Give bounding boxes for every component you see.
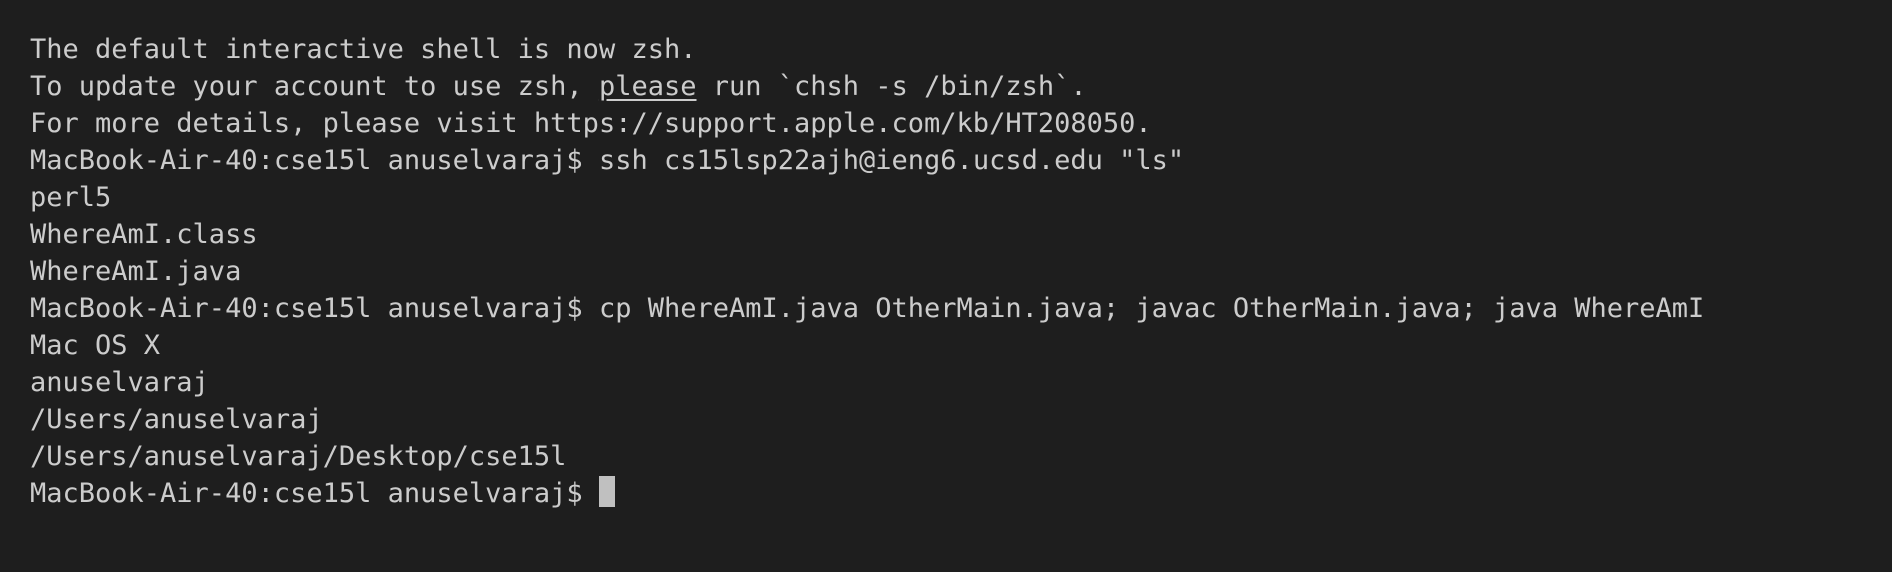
command-line: MacBook-Air-40:cse15l anuselvaraj$ ssh c…	[30, 142, 1892, 179]
command-text: cp WhereAmI.java OtherMain.java; javac O…	[582, 293, 1705, 324]
output-line: /Users/anuselvaraj	[30, 404, 323, 435]
shell-notice-line: The default interactive shell is now zsh…	[30, 34, 697, 65]
terminal-window[interactable]: The default interactive shell is now zsh…	[0, 0, 1892, 572]
active-prompt-line[interactable]: MacBook-Air-40:cse15l anuselvaraj$	[30, 475, 1892, 512]
output-line: Mac OS X	[30, 330, 161, 361]
shell-prompt: MacBook-Air-40:cse15l anuselvaraj$	[30, 145, 583, 176]
shell-prompt: MacBook-Air-40:cse15l anuselvaraj$	[30, 293, 583, 324]
shell-notice-line: For more details, please visit https://s…	[30, 108, 1152, 139]
command-text: ssh cs15lsp22ajh@ieng6.ucsd.edu "ls"	[582, 145, 1185, 176]
please-link[interactable]: please	[599, 71, 697, 102]
notice-text: run `chsh -s /bin/zsh`.	[696, 71, 1087, 102]
output-line: WhereAmI.java	[30, 256, 242, 287]
output-line: anuselvaraj	[30, 367, 209, 398]
output-line: /Users/anuselvaraj/Desktop/cse15l	[30, 441, 567, 472]
shell-notice-line: To update your account to use zsh, pleas…	[30, 68, 1892, 105]
text-cursor[interactable]	[598, 476, 615, 507]
command-line: MacBook-Air-40:cse15l anuselvaraj$ cp Wh…	[30, 290, 1892, 327]
output-line: WhereAmI.class	[30, 219, 258, 250]
notice-text: To update your account to use zsh,	[30, 71, 599, 102]
output-line: perl5	[30, 182, 112, 213]
shell-prompt: MacBook-Air-40:cse15l anuselvaraj$	[30, 478, 583, 509]
